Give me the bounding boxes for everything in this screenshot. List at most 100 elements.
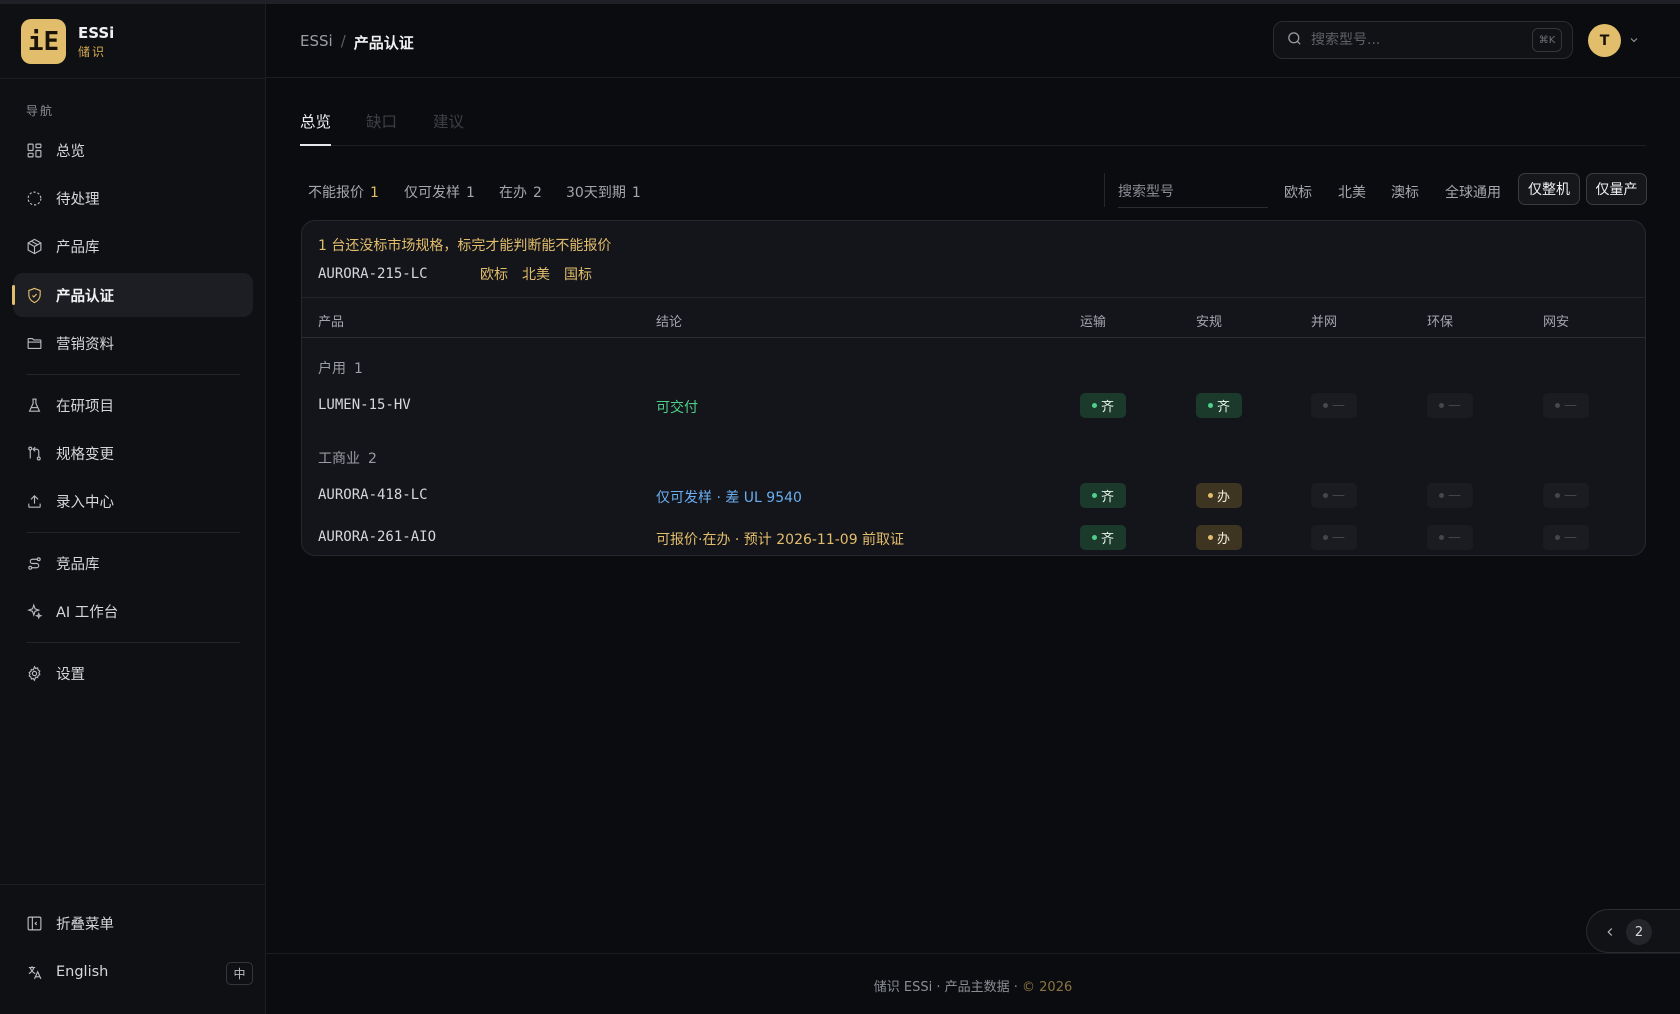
sidebar-item-ai-workbench[interactable]: AI 工作台 — [13, 589, 253, 633]
essi-logo: iE — [21, 19, 66, 64]
toggle-complete-unit-only[interactable]: 仅整机 — [1518, 173, 1580, 205]
badge-text: 办 — [1216, 532, 1230, 547]
assign-market-eu[interactable]: 欧标 — [480, 264, 508, 284]
status-badge-transport[interactable]: 齐 — [1080, 393, 1126, 418]
grid-icon — [26, 142, 43, 159]
table-row[interactable]: AURORA-261-AIO 可报价·在办 · 预计 2026-11-09 前取… — [302, 520, 1645, 555]
search-icon — [1286, 30, 1303, 51]
sidebar-item-marketing[interactable]: 营销资料 — [13, 321, 253, 365]
warning-item: AURORA-215-LC 欧标 北美 国标 — [318, 264, 611, 284]
status-dot — [1207, 403, 1213, 408]
status-badge-cybersecurity[interactable]: — — [1543, 483, 1589, 508]
tab-gaps[interactable]: 缺口 — [366, 110, 397, 146]
dashed-circle-icon — [26, 190, 43, 207]
sidebar-item-overview[interactable]: 总览 — [13, 128, 253, 172]
status-badge-safety[interactable]: 齐 — [1196, 393, 1242, 418]
breadcrumb-root[interactable]: ESSi — [300, 32, 333, 53]
global-search[interactable]: ⌘K — [1273, 21, 1573, 59]
brand-name: ESSi — [78, 23, 115, 42]
badge-text: — — [1332, 488, 1345, 503]
sidebar-item-label: 营销资料 — [56, 336, 114, 353]
group-count: 2 — [368, 451, 377, 467]
stat-expiring-30d[interactable]: 30天到期 1 — [566, 182, 641, 202]
brand[interactable]: iE ESSi 储识 — [21, 19, 114, 64]
assign-market-na[interactable]: 北美 — [522, 264, 550, 284]
group-label-residential: 户用 1 — [318, 358, 363, 378]
sidebar-item-input-center[interactable]: 录入中心 — [13, 479, 253, 523]
group-count: 1 — [354, 361, 363, 377]
sidebar-item-products[interactable]: 产品库 — [13, 224, 253, 268]
toggle-mass-production-only[interactable]: 仅量产 — [1586, 173, 1647, 205]
badge-text: 齐 — [1100, 490, 1114, 505]
badge-text: — — [1448, 398, 1461, 413]
status-dot — [1439, 535, 1444, 540]
stat-count: 1 — [370, 185, 379, 201]
sidebar-item-label: AI 工作台 — [56, 604, 119, 621]
language-toggle-chip[interactable]: 中 — [226, 962, 253, 985]
tab-overview[interactable]: 总览 — [300, 110, 332, 146]
stat-label: 30天到期 — [566, 185, 626, 201]
table-row[interactable]: AURORA-418-LC 仅可发样 · 差 UL 9540 齐 办 — — — — [302, 478, 1645, 514]
row-conclusion: 仅可发样 · 差 UL 9540 — [656, 490, 802, 506]
status-badge-cybersecurity[interactable]: — — [1543, 525, 1589, 550]
badge-text: 齐 — [1100, 400, 1114, 415]
upload-icon — [26, 493, 43, 510]
language-switch[interactable]: English 中 — [13, 950, 253, 994]
git-compare-icon — [26, 445, 43, 462]
sidebar-item-settings[interactable]: 设置 — [13, 651, 253, 695]
sidebar-item-label: 在研项目 — [56, 398, 114, 415]
status-badge-grid[interactable]: — — [1311, 393, 1357, 418]
status-badge-grid[interactable]: — — [1311, 483, 1357, 508]
group-name: 工商业 — [318, 451, 360, 467]
market-filter-au[interactable]: 澳标 — [1391, 182, 1419, 202]
status-dot — [1555, 403, 1560, 408]
sidebar-item-certification[interactable]: 产品认证 — [12, 273, 253, 317]
collapse-menu-button[interactable]: 折叠菜单 — [13, 901, 253, 945]
tab-suggestions[interactable]: 建议 — [433, 110, 464, 146]
status-badge-environmental[interactable]: — — [1427, 483, 1473, 508]
gear-icon — [26, 665, 43, 682]
status-badge-cybersecurity[interactable]: — — [1543, 393, 1589, 418]
sidebar-item-label: 规格变更 — [56, 446, 114, 463]
status-badge-grid[interactable]: — — [1311, 525, 1357, 550]
status-badge-transport[interactable]: 齐 — [1080, 525, 1126, 550]
sidebar: iE ESSi 储识 导航 总览 待处理 产品库 产品认证 营销资料 在研项目 … — [0, 4, 266, 1014]
status-badge-environmental[interactable]: — — [1427, 393, 1473, 418]
status-badge-safety[interactable]: 办 — [1196, 483, 1242, 508]
chevron-left-icon[interactable] — [1603, 925, 1617, 939]
sidebar-item-pending[interactable]: 待处理 — [13, 176, 253, 220]
assign-market-cn[interactable]: 国标 — [564, 264, 592, 284]
status-badge-safety[interactable]: 办 — [1196, 525, 1242, 550]
market-filter-global[interactable]: 全球通用 — [1445, 182, 1501, 202]
model-search-input[interactable] — [1118, 176, 1268, 208]
stat-sample-only[interactable]: 仅可发样 1 — [404, 182, 475, 202]
flask-icon — [26, 397, 43, 414]
stat-label: 不能报价 — [308, 185, 364, 201]
current-page-number[interactable]: 2 — [1626, 919, 1652, 945]
market-filter-eu[interactable]: 欧标 — [1284, 182, 1312, 202]
row-model: LUMEN-15-HV — [318, 397, 411, 413]
stat-in-progress[interactable]: 在办 2 — [499, 182, 542, 202]
column-header-cybersecurity: 网安 — [1543, 315, 1570, 330]
status-dot — [1323, 535, 1328, 540]
table-row[interactable]: LUMEN-15-HV 可交付 齐 齐 — — — — [302, 388, 1645, 424]
sidebar-item-spec-changes[interactable]: 规格变更 — [13, 431, 253, 475]
stat-cannot-quote[interactable]: 不能报价 1 — [308, 182, 379, 202]
status-badge-environmental[interactable]: — — [1427, 525, 1473, 550]
chevron-down-icon[interactable] — [1628, 34, 1640, 46]
sidebar-item-label: 设置 — [56, 666, 85, 683]
status-badge-transport[interactable]: 齐 — [1080, 483, 1126, 508]
nav-divider — [26, 642, 240, 643]
tab-bar: 总览 缺口 建议 — [300, 78, 1646, 146]
collapse-menu-label: 折叠菜单 — [56, 916, 114, 933]
sidebar-collapse-icon — [26, 915, 43, 932]
sidebar-item-projects[interactable]: 在研项目 — [13, 383, 253, 427]
status-dot — [1323, 403, 1328, 408]
badge-text: — — [1564, 488, 1577, 503]
global-search-input[interactable] — [1311, 32, 1521, 48]
sidebar-item-competitors[interactable]: 竞品库 — [13, 541, 253, 585]
badge-text: — — [1564, 530, 1577, 545]
brand-subtitle: 储识 — [78, 44, 107, 59]
market-filter-na[interactable]: 北美 — [1338, 182, 1366, 202]
user-avatar[interactable]: T — [1588, 24, 1621, 57]
